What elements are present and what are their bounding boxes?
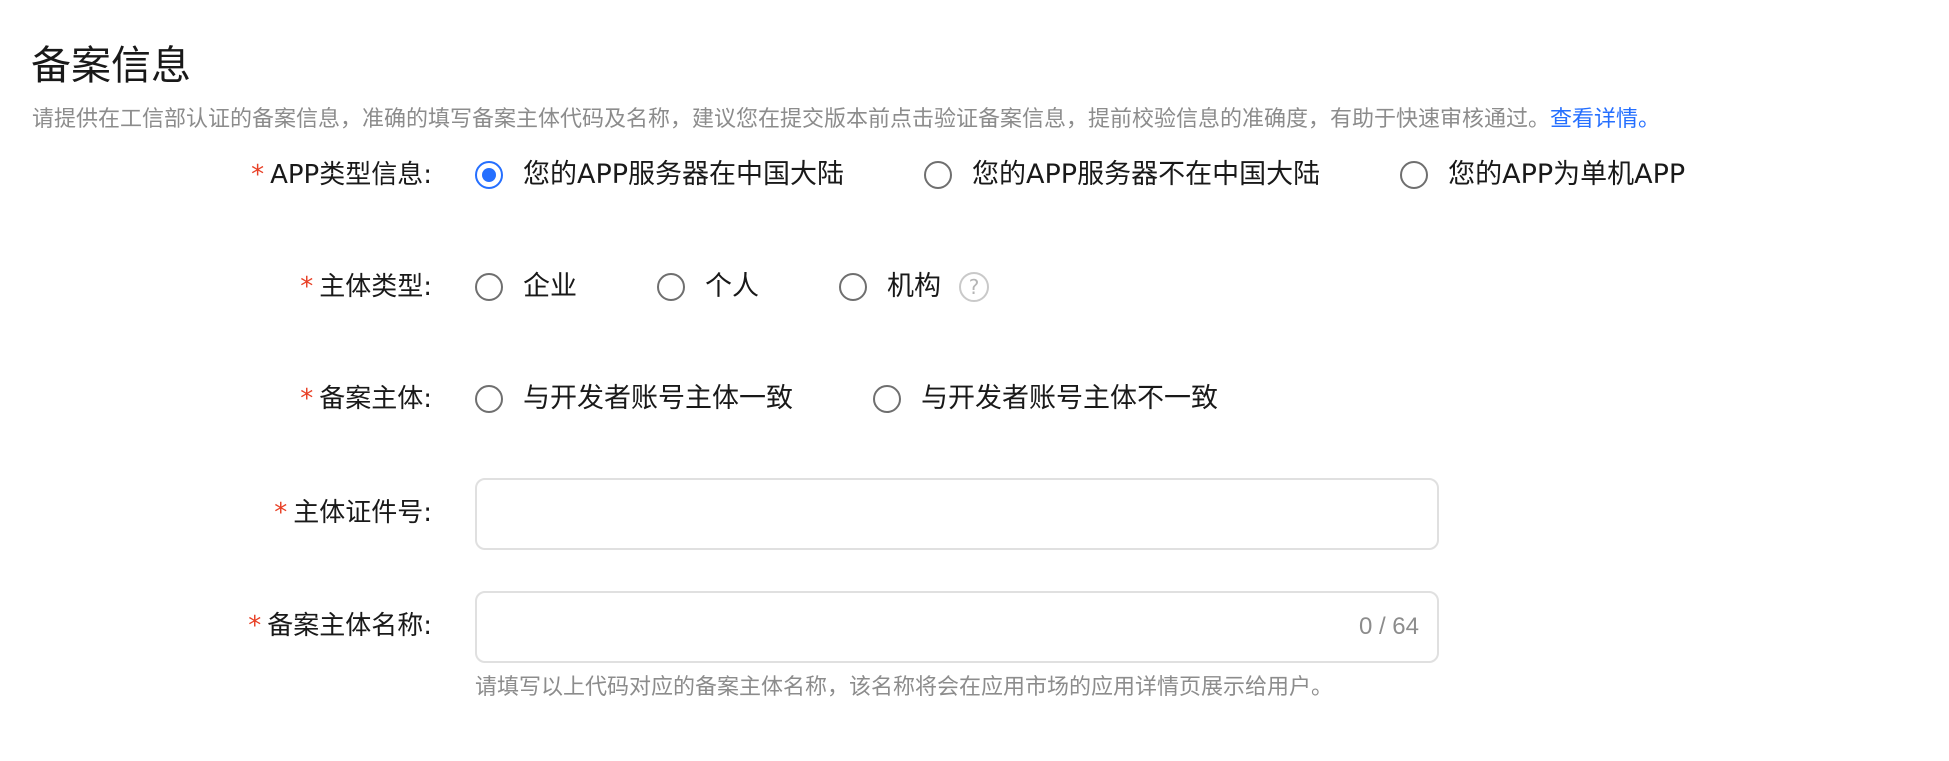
- radio-app-standalone[interactable]: 您的APP为单机APP: [1400, 157, 1685, 193]
- radio-label: 机构: [887, 271, 941, 302]
- subject-name-label: * 备案主体名称:: [248, 608, 432, 644]
- radio-different-from-developer[interactable]: 与开发者账号主体不一致: [873, 381, 1218, 417]
- subject-type-label-text: 主体类型:: [319, 272, 432, 302]
- app-type-label: * APP类型信息:: [251, 157, 432, 193]
- radio-subject-institution[interactable]: 机构: [839, 269, 941, 305]
- radio-circle[interactable]: [657, 273, 685, 301]
- app-type-label-text: APP类型信息:: [270, 160, 432, 190]
- required-mark: *: [300, 384, 314, 414]
- radio-label: 您的APP服务器不在中国大陆: [972, 159, 1321, 190]
- required-mark: *: [251, 160, 265, 190]
- radio-subject-individual[interactable]: 个人: [657, 269, 759, 305]
- radio-label: 企业: [523, 271, 577, 302]
- filing-info-section: 备案信息 请提供在工信部认证的备案信息，准确的填写备案主体代码及名称，建议您在提…: [0, 0, 1949, 761]
- radio-circle[interactable]: [475, 385, 503, 413]
- subject-name-field: 0 / 64: [475, 591, 1439, 663]
- section-description-text: 请提供在工信部认证的备案信息，准确的填写备案主体代码及名称，建议您在提交版本前点…: [32, 107, 1551, 132]
- radio-circle[interactable]: [475, 273, 503, 301]
- view-details-link[interactable]: 查看详情。: [1550, 107, 1660, 132]
- radio-app-server-outside-mainland[interactable]: 您的APP服务器不在中国大陆: [924, 157, 1320, 193]
- radio-app-server-in-mainland[interactable]: 您的APP服务器在中国大陆: [475, 157, 844, 193]
- app-type-radio-group: 您的APP服务器在中国大陆 您的APP服务器不在中国大陆 您的APP为单机APP: [475, 157, 1685, 193]
- required-mark: *: [248, 611, 262, 641]
- filing-subject-radio-group: 与开发者账号主体一致 与开发者账号主体不一致: [475, 381, 1218, 417]
- radio-label: 您的APP服务器在中国大陆: [523, 159, 845, 190]
- required-mark: *: [274, 498, 288, 528]
- subject-type-radio-group: 企业 个人 机构 ?: [475, 269, 989, 305]
- subject-name-label-text: 备案主体名称:: [267, 611, 432, 641]
- subject-id-input[interactable]: [475, 478, 1439, 550]
- radio-label: 与开发者账号主体不一致: [921, 383, 1218, 414]
- radio-circle[interactable]: [924, 161, 953, 189]
- radio-label: 您的APP为单机APP: [1448, 159, 1686, 190]
- radio-circle[interactable]: [873, 385, 901, 413]
- section-description: 请提供在工信部认证的备案信息，准确的填写备案主体代码及名称，建议您在提交版本前点…: [32, 104, 1660, 136]
- subject-id-label: * 主体证件号:: [274, 495, 432, 531]
- char-counter: 0 / 64: [1358, 613, 1419, 640]
- filing-subject-label: * 备案主体:: [300, 381, 432, 417]
- subject-id-label-text: 主体证件号:: [293, 498, 432, 528]
- subject-name-input[interactable]: [475, 591, 1439, 663]
- radio-subject-enterprise[interactable]: 企业: [475, 269, 577, 305]
- required-mark: *: [300, 272, 314, 302]
- radio-circle[interactable]: [1400, 161, 1429, 189]
- section-title: 备案信息: [31, 43, 191, 89]
- filing-subject-label-text: 备案主体:: [319, 384, 432, 414]
- subject-type-label: * 主体类型:: [300, 269, 432, 305]
- question-circle-icon[interactable]: ?: [959, 272, 989, 302]
- radio-same-as-developer[interactable]: 与开发者账号主体一致: [475, 381, 793, 417]
- radio-label: 与开发者账号主体一致: [523, 383, 793, 414]
- radio-label: 个人: [705, 271, 759, 302]
- radio-circle-checked[interactable]: [475, 161, 503, 189]
- subject-name-hint: 请填写以上代码对应的备案主体名称，该名称将会在应用市场的应用详情页展示给用户。: [475, 675, 1334, 700]
- radio-circle[interactable]: [839, 273, 867, 301]
